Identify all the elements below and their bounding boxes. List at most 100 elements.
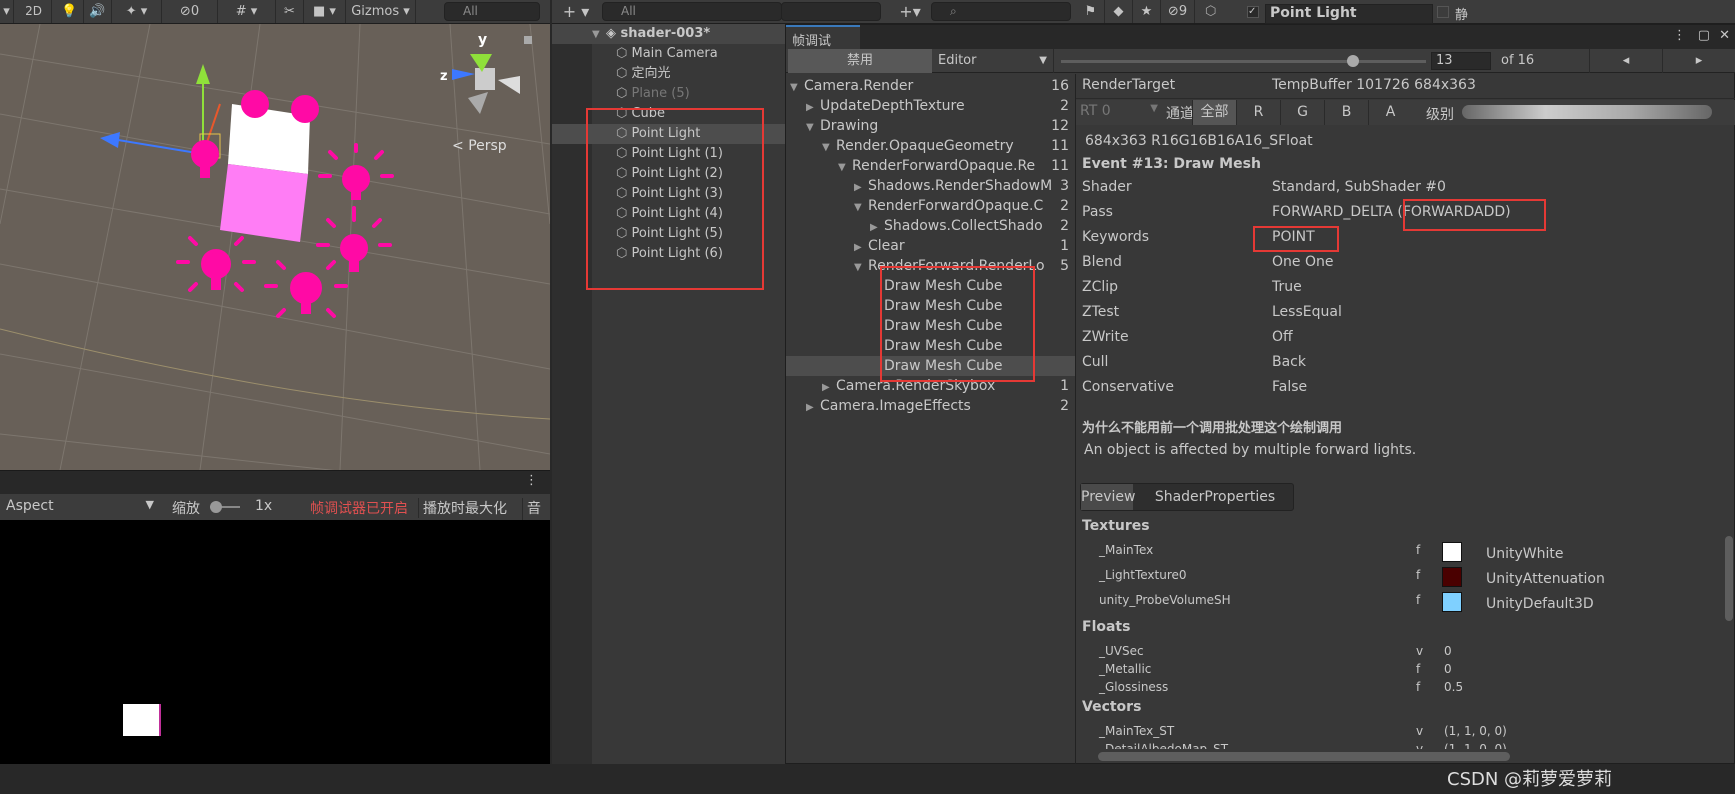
lock-icon[interactable]: [524, 36, 532, 44]
tab-frame-debugger[interactable]: 帧调试: [786, 25, 860, 49]
expand-arrow-down-icon[interactable]: ▼: [822, 138, 836, 158]
close-icon[interactable]: ✕: [1719, 28, 1730, 43]
channel-toggle-全部[interactable]: 全部: [1192, 100, 1236, 125]
point-light-icon[interactable]: [241, 90, 269, 118]
tab-shader-properties[interactable]: ShaderProperties: [1137, 484, 1293, 510]
channel-toggle-r[interactable]: R: [1236, 100, 1280, 125]
rt-dropdown[interactable]: RT 0 ▼: [1080, 103, 1162, 119]
game-view-toolbar: Aspect▼ 缩放 1x 帧调试器已开启 播放时最大化 音频: [0, 494, 550, 538]
scale-slider[interactable]: [210, 501, 240, 513]
horizontal-scrollbar[interactable]: [1076, 749, 1721, 763]
event-tree-item[interactable]: ▼ Drawing 12: [786, 116, 1075, 136]
gizmos-dropdown[interactable]: Gizmos ▾: [346, 0, 416, 23]
audio-toggle-icon[interactable]: 🔊: [84, 0, 112, 23]
hierarchy-item[interactable]: ⬡ Plane (5): [552, 84, 785, 104]
target-dropdown[interactable]: Editor ▼: [934, 49, 1054, 73]
event-tree-item[interactable]: ▶ Clear 1: [786, 236, 1075, 256]
channel-toggle-b[interactable]: B: [1324, 100, 1368, 125]
object-name-field[interactable]: Point Light: [1265, 4, 1433, 24]
hierarchy-item[interactable]: ⬡ Main Camera: [552, 44, 785, 64]
camera-settings-icon[interactable]: ■ ▾: [304, 0, 346, 23]
persp-label[interactable]: < Persp: [452, 138, 507, 154]
watermark: CSDN @莉萝爱萝莉: [1447, 769, 1613, 790]
event-tree-item[interactable]: ▼ Render.OpaqueGeometry 11: [786, 136, 1075, 156]
event-slider[interactable]: [1061, 55, 1426, 67]
active-checkbox[interactable]: ✓: [1247, 6, 1259, 18]
project-search-input[interactable]: ⌕: [931, 2, 1071, 21]
expand-arrow-down-icon[interactable]: ▼: [854, 198, 868, 218]
static-checkbox[interactable]: [1437, 6, 1449, 18]
event-count: 2: [1058, 216, 1069, 236]
expand-arrow-right-icon[interactable]: ▶: [854, 238, 868, 258]
section-heading: Vectors: [1082, 699, 1142, 715]
add-button[interactable]: +▾: [893, 0, 927, 23]
target-label: Editor: [938, 53, 977, 68]
detail-label: ZTest: [1082, 304, 1120, 320]
event-tree-item[interactable]: ▶ Shadows.RenderShadowM 3: [786, 176, 1075, 196]
lighting-toggle-icon[interactable]: 💡: [56, 0, 84, 23]
point-light-icon[interactable]: [291, 95, 319, 123]
expand-arrow-right-icon[interactable]: ▶: [854, 178, 868, 198]
property-name: _MainTex_ST: [1099, 724, 1175, 738]
event-tree-item[interactable]: ▼ Camera.Render 16: [786, 76, 1075, 96]
next-event-button[interactable]: ▸: [1662, 49, 1735, 73]
grid-snap-toggle-icon[interactable]: # ▾: [218, 0, 276, 23]
expand-arrow-right-icon[interactable]: ▶: [870, 218, 884, 238]
event-label: Drawing: [820, 118, 879, 134]
event-tree-item[interactable]: ▶ Camera.ImageEffects 2: [786, 396, 1075, 416]
expand-arrow-right-icon[interactable]: ▶: [822, 378, 836, 398]
texture-swatch[interactable]: [1442, 592, 1462, 612]
texture-swatch[interactable]: [1442, 567, 1462, 587]
texture-swatch[interactable]: [1442, 542, 1462, 562]
previous-event-button[interactable]: ◂: [1589, 49, 1662, 73]
aspect-dropdown[interactable]: Aspect ▼: [6, 498, 154, 514]
event-label: RenderForwardOpaque.C: [868, 198, 1044, 214]
channel-toggle-a[interactable]: A: [1368, 100, 1412, 125]
scene-menu-dropdown[interactable]: ▾: [0, 0, 14, 23]
event-tree-item[interactable]: ▼ RenderForwardOpaque.Re 11: [786, 156, 1075, 176]
expand-arrow-down-icon[interactable]: ▼: [790, 78, 804, 98]
maximize-icon[interactable]: ▢: [1698, 28, 1710, 43]
detail-label: Conservative: [1082, 379, 1175, 395]
expand-arrow-down-icon[interactable]: ▼: [854, 258, 868, 278]
batch-reason-title: 为什么不能用前一个调用批处理这个绘制调用: [1082, 421, 1343, 436]
property-name: _MainTex: [1099, 543, 1154, 557]
hierarchy-item[interactable]: ⬡ 定向光: [552, 64, 785, 84]
event-tree: ▼ Camera.Render 16 ▶ UpdateDepthTexture 2 ▼ Dra…: [786, 74, 1076, 764]
tools-icon[interactable]: ✂: [276, 0, 304, 23]
expand-arrow-right-icon[interactable]: ▶: [806, 98, 820, 118]
disable-button[interactable]: 禁用: [788, 49, 932, 73]
expand-arrow-right-icon[interactable]: ▶: [806, 398, 820, 418]
details-tabs: Preview ShaderProperties: [1080, 483, 1294, 511]
scene-view[interactable]: y z < Persp: [0, 24, 550, 470]
more-options-icon[interactable]: ⋮: [525, 473, 538, 488]
event-number-input[interactable]: 13: [1431, 52, 1491, 70]
label-icon[interactable]: ◆: [1105, 0, 1133, 23]
more-options-icon[interactable]: ⋮: [1673, 28, 1686, 43]
levels-slider[interactable]: [1462, 105, 1712, 119]
add-object-button[interactable]: + ▾: [556, 0, 596, 23]
effects-toggle-icon[interactable]: ✦ ▾: [112, 0, 162, 23]
scene-root[interactable]: ▼ ◈ shader-003*: [552, 24, 785, 44]
2d-toggle[interactable]: 2D: [16, 0, 52, 23]
event-tree-item[interactable]: ▼ RenderForwardOpaque.C 2: [786, 196, 1075, 216]
maximize-on-play-button[interactable]: 播放时最大化: [418, 498, 507, 518]
hidden-objects-toggle[interactable]: ⊘0: [162, 0, 218, 23]
scene-search-input[interactable]: All: [444, 2, 540, 21]
hierarchy-search-input[interactable]: All: [602, 2, 782, 21]
tab-preview[interactable]: Preview: [1081, 484, 1136, 510]
expand-arrow-down-icon[interactable]: ▼: [838, 158, 852, 178]
filter-type-icon[interactable]: ⚑: [1077, 0, 1105, 23]
expand-arrow-down-icon[interactable]: ▼: [806, 118, 820, 138]
vertical-scrollbar[interactable]: [1723, 516, 1735, 749]
event-label: Camera.ImageEffects: [820, 398, 971, 414]
event-label: Shadows.CollectShado: [884, 218, 1043, 234]
event-tree-item[interactable]: ▶ Shadows.CollectShado 2: [786, 216, 1075, 236]
property-value: UnityDefault3D: [1486, 596, 1594, 612]
event-tree-item[interactable]: ▶ UpdateDepthTexture 2: [786, 96, 1075, 116]
slider-knob[interactable]: [1347, 55, 1359, 67]
levels-label: 级别: [1426, 107, 1454, 123]
cube-object[interactable]: [220, 104, 310, 242]
channel-toggle-g[interactable]: G: [1280, 100, 1324, 125]
favorite-star-icon[interactable]: ★: [1133, 0, 1161, 23]
